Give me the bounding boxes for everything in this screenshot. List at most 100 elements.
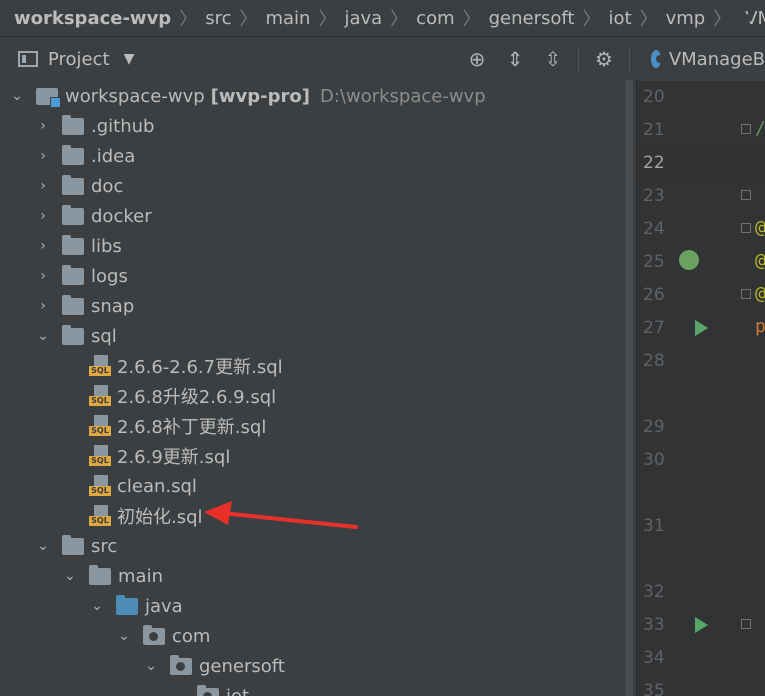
editor-gutter: 20 21 / 22 23 24 @ 25 @ 26 @ 27 p 28 29 30 31… <box>637 81 765 696</box>
tree-row-genersoft[interactable]: ⌄ genersoft <box>0 651 622 681</box>
folder-icon <box>62 234 84 255</box>
folder-icon <box>62 294 84 315</box>
scrollbar-thumb[interactable] <box>625 80 633 696</box>
chevron-down-icon[interactable]: ⌄ <box>171 688 185 696</box>
gutter-line: 31 <box>637 510 765 543</box>
tree-row-src[interactable]: ⌄ src <box>0 531 622 561</box>
tree-row-sql-file[interactable]: SQL 2.6.6-2.6.7更新.sql <box>0 351 622 381</box>
tree-row-main[interactable]: ⌄ main <box>0 561 622 591</box>
tree-row-java[interactable]: ⌄ java <box>0 591 622 621</box>
folder-label: doc <box>91 175 124 197</box>
chevron-down-icon[interactable]: ⌄ <box>90 598 104 614</box>
gutter-line: 33 <box>637 609 765 642</box>
chevron-down-icon[interactable]: ⌄ <box>144 658 158 674</box>
chevron-down-icon[interactable]: ⌄ <box>117 628 131 644</box>
breadcrumb-item-root[interactable]: workspace-wvp <box>0 8 177 29</box>
tree-row-folder[interactable]: › doc <box>0 171 622 201</box>
chevron-right-icon[interactable]: › <box>36 148 50 164</box>
chevron-right-icon[interactable]: › <box>36 238 50 254</box>
breadcrumb-item-com[interactable]: com <box>410 8 460 29</box>
chevron-right-icon[interactable]: › <box>36 298 50 314</box>
fold-marker-icon[interactable] <box>741 619 751 629</box>
breadcrumb-item-class[interactable]: VManageBoo <box>739 8 765 29</box>
package-label: iot <box>226 685 250 696</box>
fold-marker-icon[interactable] <box>741 124 751 134</box>
editor-tab-label[interactable]: VManageB <box>669 49 765 70</box>
sql-file-icon: SQL <box>89 415 111 437</box>
gutter-line: 24 @ <box>637 213 765 246</box>
code-fragment: / <box>755 118 765 139</box>
folder-label: libs <box>91 235 122 257</box>
root-path: D:\workspace-wvp <box>319 85 486 107</box>
settings-icon[interactable]: ⚙ <box>585 47 623 71</box>
run-icon[interactable] <box>695 320 708 336</box>
run-icon[interactable] <box>695 617 708 633</box>
tree-row-root[interactable]: ⌄ workspace-wvp [wvp-pro] D:\workspace-w… <box>0 81 622 111</box>
tree-row-sql-file[interactable]: SQL 2.6.9更新.sql <box>0 441 622 471</box>
breadcrumb-separator: 〉 <box>639 9 658 30</box>
tree-row-folder[interactable]: › docker <box>0 201 622 231</box>
folder-label: .idea <box>91 145 136 167</box>
expand-all-icon[interactable]: ⇕ <box>496 47 534 71</box>
breadcrumb-item-main[interactable]: main <box>259 8 316 29</box>
chevron-right-icon[interactable]: › <box>36 208 50 224</box>
project-panel-title[interactable]: Project <box>48 49 110 70</box>
tree-row-iot[interactable]: ⌄ iot <box>0 681 622 696</box>
breadcrumb-item-java[interactable]: java <box>338 8 388 29</box>
sql-file-icon: SQL <box>89 355 111 377</box>
breadcrumb-separator: 〉 <box>390 9 409 30</box>
folder-label: sql <box>91 325 117 347</box>
chevron-down-icon[interactable]: ⌄ <box>36 328 50 344</box>
locate-icon[interactable]: ⊕ <box>458 47 496 71</box>
tree-row-sql-file[interactable]: SQL 初始化.sql <box>0 501 622 531</box>
chevron-down-icon[interactable]: ⌄ <box>63 568 77 584</box>
chevron-down-icon[interactable]: ⌄ <box>10 88 24 104</box>
spring-bean-icon[interactable] <box>679 250 699 270</box>
line-number: 35 <box>643 681 665 696</box>
tree-row-sql-file[interactable]: SQL 2.6.8补丁更新.sql <box>0 411 622 441</box>
tree-row-folder[interactable]: › snap <box>0 291 622 321</box>
tree-row-sql-file[interactable]: SQL clean.sql <box>0 471 622 501</box>
folder-label: .github <box>91 115 155 137</box>
breadcrumb-item-vmp[interactable]: vmp <box>660 8 712 29</box>
folder-label: logs <box>91 265 128 287</box>
line-number: 21 <box>643 120 665 140</box>
breadcrumb-separator: 〉 <box>179 9 198 30</box>
chevron-right-icon[interactable]: › <box>36 178 50 194</box>
code-fragment: @ <box>755 283 765 304</box>
root-module: [wvp-pro] <box>210 85 310 107</box>
package-icon <box>197 684 219 696</box>
fold-marker-icon[interactable] <box>741 223 751 233</box>
breadcrumb-item-iot[interactable]: iot <box>602 8 637 29</box>
module-folder-icon <box>36 87 61 108</box>
tree-row-sql-file[interactable]: SQL 2.6.8升级2.6.9.sql <box>0 381 622 411</box>
tree-row-folder[interactable]: › .github <box>0 111 622 141</box>
chevron-right-icon[interactable]: › <box>36 118 50 134</box>
fold-marker-icon[interactable] <box>741 190 751 200</box>
tree-row-sql-folder[interactable]: ⌄ sql <box>0 321 622 351</box>
editor-tab-bar: VManageB <box>637 37 765 82</box>
folder-icon <box>62 114 84 135</box>
breadcrumb-separator: 〉 <box>462 9 481 30</box>
package-label: genersoft <box>199 655 285 677</box>
tree-row-folder[interactable]: › .idea <box>0 141 622 171</box>
project-panel-header: Project ▼ ⊕ ⇕ ⇳ ⚙ <box>0 37 636 81</box>
chevron-down-icon[interactable]: ⌄ <box>36 538 50 554</box>
breadcrumb-item-src[interactable]: src <box>199 8 237 29</box>
collapse-all-icon[interactable]: ⇳ <box>534 47 572 71</box>
line-number: 31 <box>643 516 665 536</box>
chevron-down-icon[interactable]: ▼ <box>124 51 135 67</box>
line-number: 30 <box>643 450 665 470</box>
breadcrumb-item-genersoft[interactable]: genersoft <box>483 8 581 29</box>
gutter-line: 26 @ <box>637 279 765 312</box>
tree-row-folder[interactable]: › logs <box>0 261 622 291</box>
tree-row-folder[interactable]: › libs <box>0 231 622 261</box>
line-number: 20 <box>643 87 665 107</box>
fold-marker-icon[interactable] <box>741 289 751 299</box>
project-panel-icon <box>18 51 38 67</box>
tree-scrollbar[interactable] <box>622 80 637 696</box>
tree-row-com[interactable]: ⌄ com <box>0 621 622 651</box>
breadcrumb-separator: 〉 <box>239 9 258 30</box>
gutter-line: 34 <box>637 642 765 675</box>
chevron-right-icon[interactable]: › <box>36 268 50 284</box>
